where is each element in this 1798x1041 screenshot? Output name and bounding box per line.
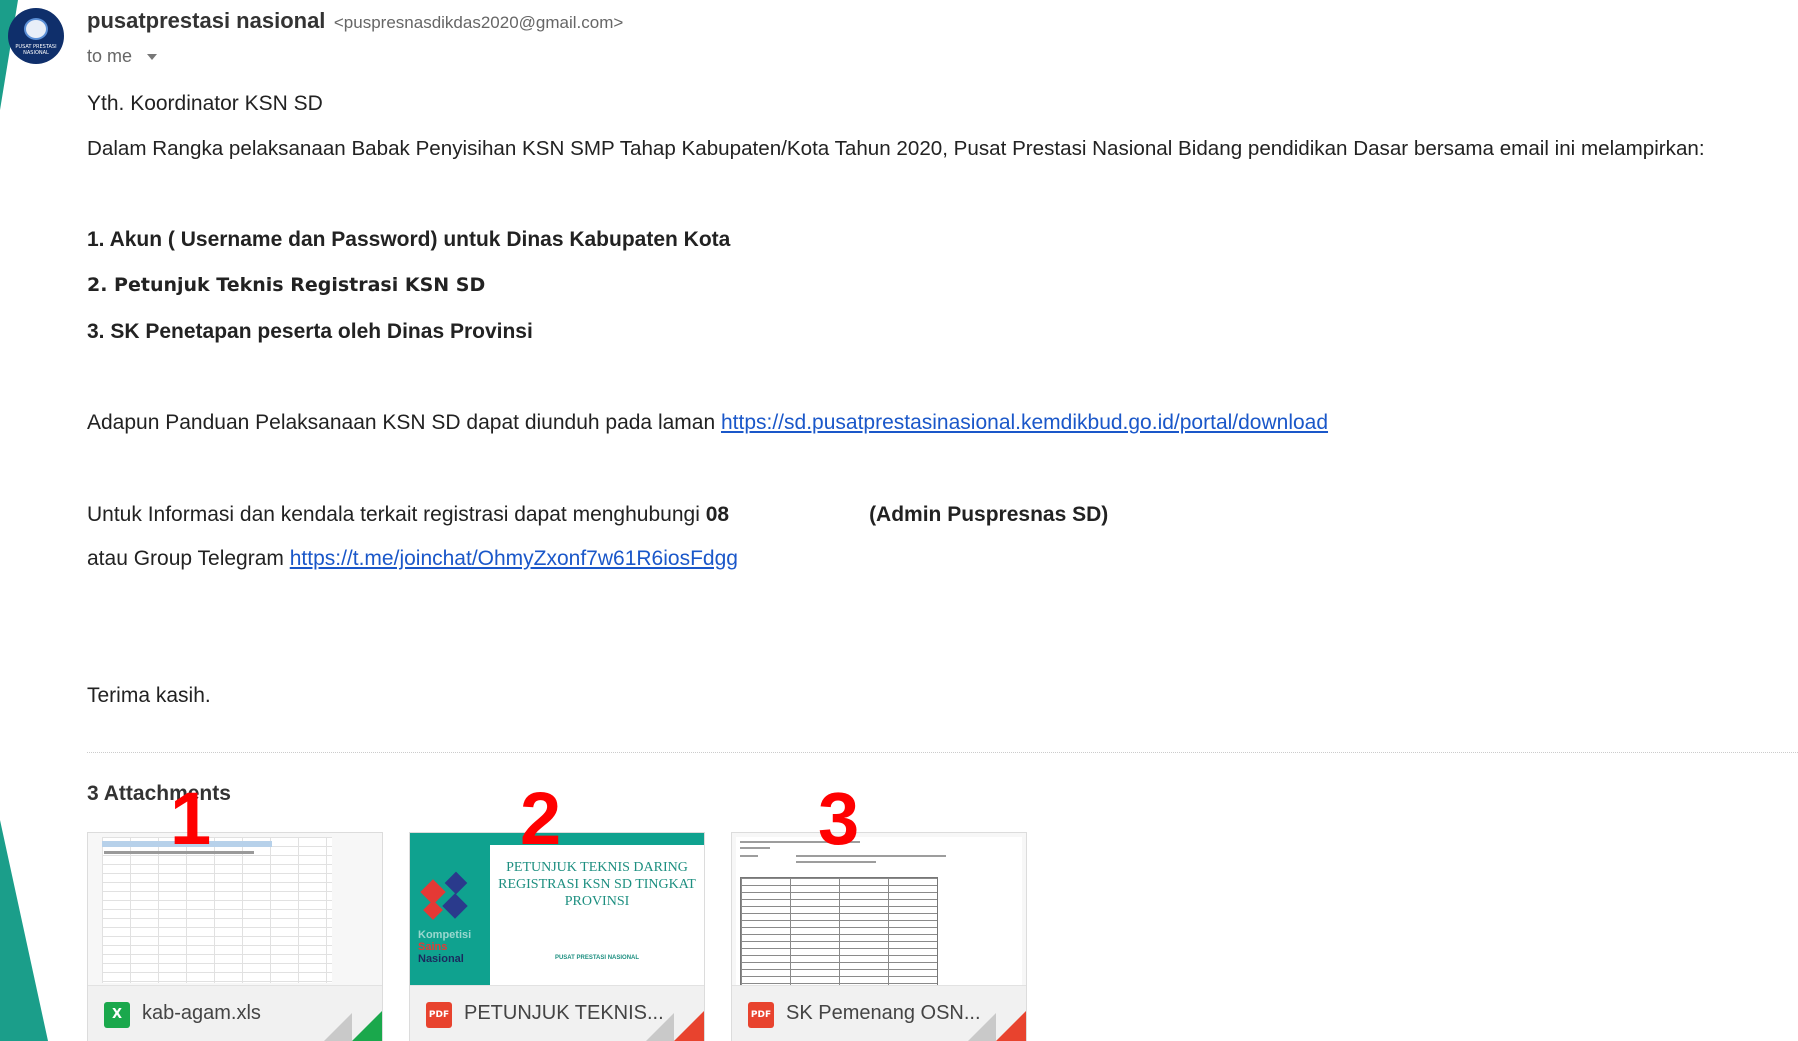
file-type-corner [672, 1011, 704, 1041]
telegram-paragraph: atau Group Telegram https://t.me/joincha… [87, 547, 738, 571]
ksn-logo-icon [420, 871, 468, 920]
attachment-file-name: SK Pemenang OSN... [786, 1002, 981, 1024]
closing: Terima kasih. [87, 684, 211, 707]
attachments-divider [87, 752, 1798, 753]
annotation-marker-3: 3 [818, 777, 860, 860]
info-paragraph: Untuk Informasi dan kendala terkait regi… [87, 503, 1108, 527]
email-header: pusatprestasi nasional <puspresnasdikdas… [87, 8, 623, 34]
brand-line-1: Kompetisi [418, 929, 472, 941]
brand-line-3: Nasional [418, 953, 464, 965]
email-view: PUSAT PRESTASI NASIONAL pusatprestasi na… [0, 0, 1798, 1041]
list-item-3: 3. SK Penetapan peserta oleh Dinas Provi… [87, 320, 533, 343]
info-admin: (Admin Puspresnas SD) [869, 503, 1109, 526]
attachment-footer[interactable]: X kab-agam.xls [88, 985, 382, 1041]
brand-line-2: Sains [418, 941, 448, 953]
panduan-download-link[interactable]: https://sd.pusatprestasinasional.kemdikb… [721, 411, 1328, 434]
doc-line [740, 847, 770, 849]
panduan-paragraph: Adapun Panduan Pelaksanaan KSN SD dapat … [87, 411, 1328, 435]
intro-paragraph: Dalam Rangka pelaksanaan Babak Penyisiha… [87, 137, 1705, 160]
document-thumbnail [736, 837, 1022, 985]
avatar-logo-text: PUSAT PRESTASI NASIONAL [15, 44, 57, 56]
recipient-toggle[interactable]: to me [87, 46, 158, 67]
spreadsheet-thumbnail [102, 837, 332, 983]
attachment-card-xls[interactable]: X kab-agam.xls [87, 832, 383, 1041]
attachment-footer[interactable]: PDF SK Pemenang OSN... [732, 985, 1026, 1041]
attachment-file-name: kab-agam.xls [142, 1002, 261, 1024]
attachment-card-pdf-sk[interactable]: PDF SK Pemenang OSN... [731, 832, 1027, 1041]
page-fold-icon [966, 1013, 996, 1041]
greeting: Yth. Koordinator KSN SD [87, 92, 323, 115]
document-table [740, 877, 938, 985]
telegram-text: atau Group Telegram [87, 547, 290, 570]
annotation-marker-1: 1 [170, 777, 212, 860]
list-item-1: 1. Akun ( Username dan Password) untuk D… [87, 228, 731, 251]
pusprenas-logo-icon [24, 18, 48, 40]
info-phone: 08 [705, 503, 730, 526]
doc-line [740, 855, 758, 857]
page-fold-icon [322, 1013, 352, 1041]
list-item-2: 2. Petunjuk Teknis Registrasi KSN SD [87, 274, 486, 296]
cover-brand-text: Kompetisi Sains Nasional [418, 929, 471, 965]
pdf-icon: PDF [748, 1002, 774, 1028]
doc-line [796, 861, 876, 863]
info-text: Untuk Informasi dan kendala terkait regi… [87, 503, 706, 526]
telegram-group-link[interactable]: https://t.me/joinchat/OhmyZxonf7w61R6ios… [290, 547, 738, 570]
attachment-preview[interactable] [88, 833, 382, 985]
file-type-corner [350, 1011, 382, 1041]
sender-email: <puspresnasdikdas2020@gmail.com> [333, 13, 624, 32]
pdf-icon: PDF [426, 1002, 452, 1028]
sender-name[interactable]: pusatprestasi nasional [87, 8, 325, 33]
decorative-stripe-bottom [0, 820, 48, 1041]
chevron-down-icon[interactable] [147, 54, 158, 61]
cover-subtitle: PUSAT PRESTASI NASIONAL [554, 955, 640, 961]
sender-avatar[interactable]: PUSAT PRESTASI NASIONAL [8, 8, 64, 64]
page-fold-icon [644, 1013, 674, 1041]
attachment-card-pdf-petunjuk[interactable]: Kompetisi Sains Nasional PETUNJUK TEKNIS… [409, 832, 705, 1041]
panduan-text: Adapun Panduan Pelaksanaan KSN SD dapat … [87, 411, 721, 434]
cover-title: PETUNJUK TEKNIS DARING REGISTRASI KSN SD… [498, 860, 696, 909]
annotation-marker-2: 2 [520, 777, 562, 860]
excel-icon: X [104, 1002, 130, 1028]
attachment-footer[interactable]: PDF PETUNJUK TEKNIS... [410, 985, 704, 1041]
file-type-corner [994, 1011, 1026, 1041]
attachment-file-name: PETUNJUK TEKNIS... [464, 1002, 664, 1024]
attachment-preview[interactable] [732, 833, 1026, 985]
recipient-label: to me [87, 46, 133, 66]
